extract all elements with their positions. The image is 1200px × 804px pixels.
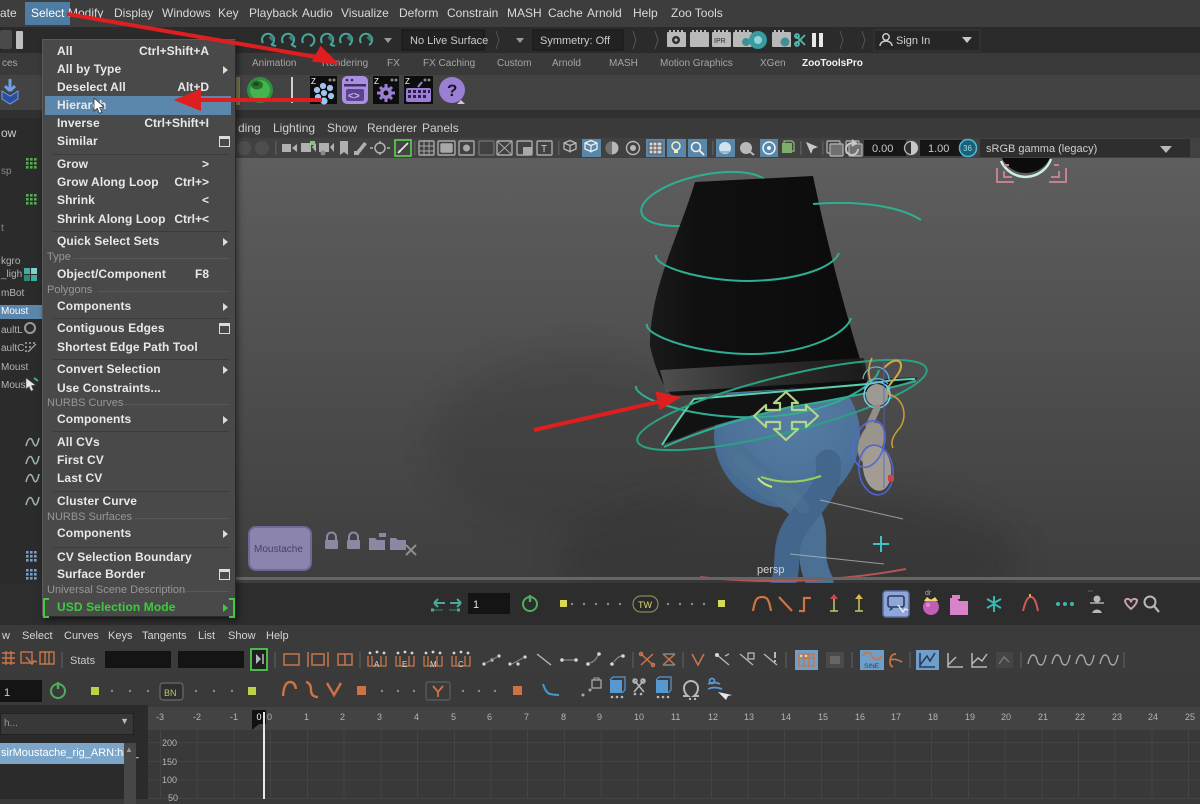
svg-text:Z: Z xyxy=(311,77,316,86)
svg-text:dr: dr xyxy=(925,590,932,597)
svg-text:Moustache: Moustache xyxy=(254,544,303,555)
svg-text:?: ? xyxy=(447,81,457,100)
svg-text:36: 36 xyxy=(963,144,972,153)
svg-text:1.00: 1.00 xyxy=(928,143,949,155)
svg-text:Sign In: Sign In xyxy=(896,35,930,47)
svg-text:T: T xyxy=(541,144,547,155)
svg-text:sRGB gamma (legacy): sRGB gamma (legacy) xyxy=(986,143,1097,155)
svg-text:Symmetry: Off: Symmetry: Off xyxy=(540,35,611,47)
svg-text:E: E xyxy=(402,660,407,669)
svg-text:Z: Z xyxy=(374,77,379,86)
svg-text:Z: Z xyxy=(405,77,410,86)
svg-text:C: C xyxy=(458,660,464,669)
svg-text:M: M xyxy=(430,660,437,669)
svg-text:1: 1 xyxy=(473,599,479,611)
svg-text:1: 1 xyxy=(4,687,10,699)
svg-text:0.00: 0.00 xyxy=(872,143,893,155)
svg-text:<>: <> xyxy=(348,91,360,102)
svg-text:persp: persp xyxy=(757,564,785,576)
svg-text:TW: TW xyxy=(638,600,652,610)
svg-text:IPR: IPR xyxy=(714,38,726,45)
svg-text:Stats: Stats xyxy=(70,655,96,667)
svg-text:A: A xyxy=(374,660,380,669)
svg-text:SINE: SINE xyxy=(864,663,880,670)
svg-text:BN: BN xyxy=(164,688,177,698)
svg-text:ˇˇ: ˇˇ xyxy=(1088,591,1093,598)
svg-text:No Live Surface: No Live Surface xyxy=(410,35,488,47)
